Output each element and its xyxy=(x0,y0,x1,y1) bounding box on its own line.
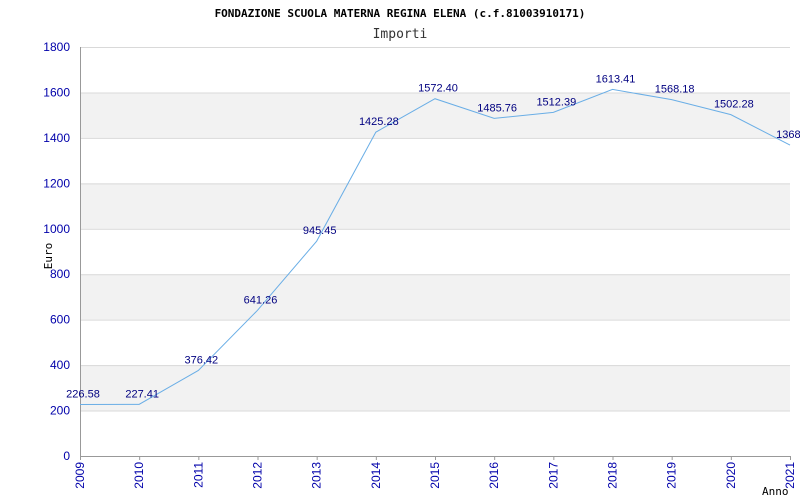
x-tick-label: 2015 xyxy=(428,462,442,489)
background-band xyxy=(80,365,790,411)
data-label: 1502.28 xyxy=(714,99,754,111)
y-tick-label: 1000 xyxy=(43,222,70,236)
x-tick-labels: 2009 2010 2011 2012 2013 2014 2015 2016 2017 2018… xyxy=(73,462,797,489)
data-label: 1568.18 xyxy=(655,84,695,96)
x-tick-label: 2016 xyxy=(487,462,501,489)
data-label: 1485.76 xyxy=(477,102,517,114)
data-label: 1425.28 xyxy=(359,116,399,128)
y-tick-label: 400 xyxy=(50,358,70,372)
x-axis-title: Anno xyxy=(762,485,789,498)
data-label: 1512.39 xyxy=(536,96,576,108)
y-tick-label: 1600 xyxy=(43,85,70,99)
y-tick-label: 1400 xyxy=(43,131,70,145)
data-label: 376.42 xyxy=(185,354,219,366)
data-label: 945.45 xyxy=(303,225,337,237)
chart-subtitle: Importi xyxy=(373,27,428,42)
data-label: 227.41 xyxy=(125,388,159,400)
background-band xyxy=(80,183,790,229)
y-tick-label: 200 xyxy=(50,404,70,418)
x-tick-label: 2009 xyxy=(73,462,87,489)
x-tick-label: 2011 xyxy=(191,462,205,488)
background-band xyxy=(80,274,790,320)
x-tick-label: 2019 xyxy=(665,462,679,489)
y-tick-label: 600 xyxy=(50,313,70,327)
x-tick-label: 2017 xyxy=(546,462,560,489)
x-tick-label: 2020 xyxy=(724,462,738,489)
x-tick-label: 2018 xyxy=(606,462,620,489)
x-tick-label: 2010 xyxy=(132,462,146,489)
x-tick-label: 2014 xyxy=(369,462,383,489)
y-tick-label: 0 xyxy=(63,449,70,463)
data-label: 226.58 xyxy=(66,389,100,401)
data-label: 1368.4 xyxy=(776,129,800,141)
chart-title: FONDAZIONE SCUOLA MATERNA REGINA ELENA (… xyxy=(215,7,586,20)
data-label: 1572.40 xyxy=(418,83,458,95)
y-tick-label: 1200 xyxy=(43,176,70,190)
y-tick-label: 1800 xyxy=(43,40,70,54)
x-tick-label: 2012 xyxy=(251,462,265,489)
line-chart: 020040060080010001200140016001800 2009 20… xyxy=(42,7,800,498)
data-label: 641.26 xyxy=(244,294,278,306)
y-axis-title: Euro xyxy=(42,243,55,270)
data-label: 1613.41 xyxy=(596,73,636,85)
x-tick-label: 2013 xyxy=(310,462,324,489)
